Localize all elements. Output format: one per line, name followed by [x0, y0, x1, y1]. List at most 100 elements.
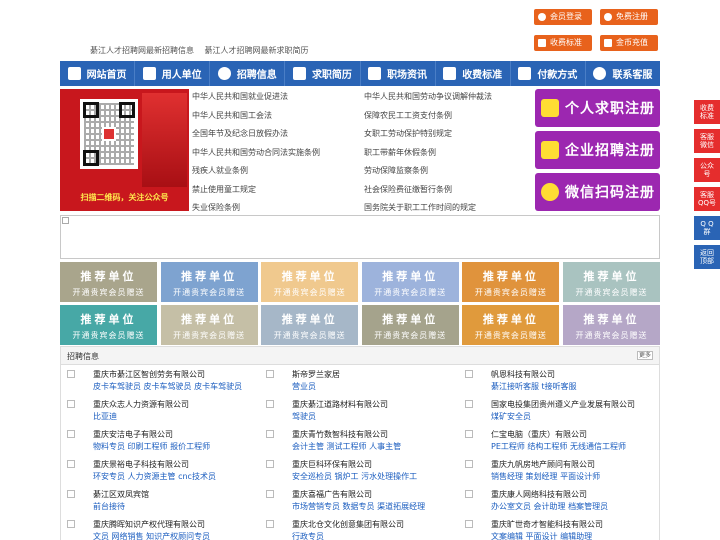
company-name-link[interactable]: 国家电投集团贵州遵义产业发展有限公司 — [491, 399, 635, 410]
more-button[interactable]: 更多 — [637, 351, 653, 360]
side-official-account-button[interactable]: 公众号 — [694, 158, 720, 182]
recommend-slot[interactable]: 推荐单位 开通贵宾会员赠送 — [563, 262, 660, 302]
position-links[interactable]: 环安专员 人力资源主管 cnc技术员 — [93, 471, 216, 482]
position-links[interactable]: 皮卡车驾驶员 皮卡车驾驶员 皮卡车驾驶员 — [93, 381, 242, 392]
company-name-link[interactable]: 重庆腾晖知识产权代理有限公司 — [93, 519, 205, 530]
nav-employers[interactable]: 用人单位 — [135, 61, 211, 86]
position-links[interactable]: 文案编辑 平面设计 编辑助理 — [491, 531, 592, 540]
recharge-button[interactable]: 金币充值 — [600, 35, 658, 51]
law-link[interactable]: 全国年节及纪念日放假办法 — [192, 128, 288, 139]
fee-standard-button[interactable]: 收费标准 — [534, 35, 592, 51]
position-links[interactable]: 綦江接听客服 t接听客服 — [491, 381, 577, 392]
position-links[interactable]: 销售经理 策划经理 平面设计师 — [491, 471, 600, 482]
recommend-slot[interactable]: 推荐单位 开通贵宾会员赠送 — [160, 262, 258, 302]
nav-resumes[interactable]: 求职简历 — [285, 61, 361, 86]
company-name-link[interactable]: 重庆众志人力资源有限公司 — [93, 399, 189, 410]
recommend-slot[interactable]: 推荐单位 开通贵宾会员赠送 — [160, 305, 258, 345]
company-logo-icon[interactable] — [67, 520, 75, 528]
recommend-slot[interactable]: 推荐单位 开通贵宾会员赠送 — [261, 305, 359, 345]
register-button[interactable]: 免费注册 — [600, 9, 658, 25]
company-register-button[interactable]: 企业招聘注册 — [535, 131, 660, 169]
company-logo-icon[interactable] — [465, 400, 473, 408]
company-name-link[interactable]: 綦江区双凤宾馆 — [93, 489, 149, 500]
law-link[interactable]: 社会保险费征缴暂行条例 — [364, 184, 452, 195]
ad-banner[interactable] — [60, 215, 660, 259]
nav-news[interactable]: 职场资讯 — [361, 61, 436, 86]
law-link[interactable]: 残疾人就业条例 — [192, 165, 248, 176]
company-logo-icon[interactable] — [266, 490, 274, 498]
recommend-slot[interactable]: 推荐单位 开通贵宾会员赠送 — [462, 305, 560, 345]
position-links[interactable]: PE工程师 结构工程师 无线通信工程师 — [491, 441, 626, 452]
position-links[interactable]: 比亚迪 — [93, 411, 117, 422]
latest-resumes-link[interactable]: 綦江人才招聘网最新求职简历 — [205, 46, 309, 55]
latest-jobs-link[interactable]: 綦江人才招聘网最新招聘信息 — [90, 46, 194, 55]
law-link[interactable]: 劳动保障监察条例 — [364, 165, 428, 176]
side-qq-button[interactable]: 客服 QQ号 — [694, 187, 720, 211]
company-name-link[interactable]: 重庆北仓文化创意集团有限公司 — [292, 519, 404, 530]
position-links[interactable]: 驾驶员 — [292, 411, 316, 422]
company-logo-icon[interactable] — [266, 370, 274, 378]
position-links[interactable]: 煤矿安全员 — [491, 411, 531, 422]
position-links[interactable]: 营业员 — [292, 381, 316, 392]
company-logo-icon[interactable] — [465, 430, 473, 438]
recommend-slot[interactable]: 推荐单位 开通贵宾会员赠送 — [563, 305, 660, 345]
recommend-slot[interactable]: 推荐单位 开通贵宾会员赠送 — [261, 262, 359, 302]
position-links[interactable]: 文员 网络销售 知识产权顾问专员 — [93, 531, 210, 540]
wechat-register-button[interactable]: 微信扫码注册 — [535, 173, 660, 211]
company-name-link[interactable]: 重庆喜福广告有限公司 — [292, 489, 372, 500]
company-name-link[interactable]: 帆恩科技有限公司 — [491, 369, 555, 380]
position-links[interactable]: 会计主管 测试工程师 人事主管 — [292, 441, 401, 452]
law-link[interactable]: 中华人民共和国劳动合同法实施条例 — [192, 147, 320, 158]
company-name-link[interactable]: 重庆綦江道路材料有限公司 — [292, 399, 388, 410]
company-name-link[interactable]: 重庆安洁电子有限公司 — [93, 429, 173, 440]
law-link[interactable]: 国务院关于职工工作时间的规定 — [364, 202, 476, 213]
company-logo-icon[interactable] — [465, 490, 473, 498]
law-link[interactable]: 中华人民共和国就业促进法 — [192, 91, 288, 102]
law-link[interactable]: 中华人民共和国工会法 — [192, 110, 272, 121]
law-link[interactable]: 女职工劳动保护特别规定 — [364, 128, 452, 139]
law-link[interactable]: 职工带薪年休假条例 — [364, 147, 436, 158]
company-name-link[interactable]: 重庆青竹数智科技有限公司 — [292, 429, 388, 440]
company-name-link[interactable]: 重庆九帆房地产顾问有限公司 — [491, 459, 595, 470]
law-link[interactable]: 保障农民工工资支付条例 — [364, 110, 452, 121]
recommend-slot[interactable]: 推荐单位 开通贵宾会员赠送 — [361, 305, 459, 345]
recommend-slot[interactable]: 推荐单位 开通贵宾会员赠送 — [361, 262, 459, 302]
company-logo-icon[interactable] — [67, 400, 75, 408]
company-name-link[interactable]: 重庆巨科环保有限公司 — [292, 459, 372, 470]
company-logo-icon[interactable] — [266, 400, 274, 408]
position-links[interactable]: 办公室文员 会计助理 档案管理员 — [491, 501, 608, 512]
side-fees-button[interactable]: 收费 标准 — [694, 100, 720, 124]
personal-register-button[interactable]: 个人求职注册 — [535, 89, 660, 127]
position-links[interactable]: 行政专员 — [292, 531, 324, 540]
company-logo-icon[interactable] — [67, 460, 75, 468]
law-link[interactable]: 失业保险条例 — [192, 202, 240, 213]
side-wechat-button[interactable]: 客服 微信 — [694, 129, 720, 153]
company-logo-icon[interactable] — [266, 460, 274, 468]
company-name-link[interactable]: 仁宝电脑（重庆）有限公司 — [491, 429, 587, 440]
company-name-link[interactable]: 重庆景裕电子科技有限公司 — [93, 459, 189, 470]
company-name-link[interactable]: 斯帝罗兰家居 — [292, 369, 340, 380]
company-name-link[interactable]: 重庆市綦江区智创劳务有限公司 — [93, 369, 205, 380]
company-logo-icon[interactable] — [465, 520, 473, 528]
law-link[interactable]: 中华人民共和国劳动争议调解仲裁法 — [364, 91, 492, 102]
nav-home[interactable]: 网站首页 — [60, 61, 136, 86]
login-button[interactable]: 会员登录 — [534, 9, 592, 25]
nav-fees[interactable]: 收费标准 — [436, 61, 511, 86]
company-logo-icon[interactable] — [266, 520, 274, 528]
law-link[interactable]: 禁止使用童工规定 — [192, 184, 256, 195]
company-logo-icon[interactable] — [465, 460, 473, 468]
position-links[interactable]: 物料专员 印刷工程师 报价工程师 — [93, 441, 210, 452]
company-name-link[interactable]: 重庆旷世奇才智能科技有限公司 — [491, 519, 603, 530]
nav-contact[interactable]: 联系客服 — [586, 61, 660, 86]
side-qq-group-button[interactable]: Q Q群 — [694, 216, 720, 240]
nav-payment[interactable]: 付款方式 — [511, 61, 586, 86]
position-links[interactable]: 前台接待 — [93, 501, 125, 512]
company-logo-icon[interactable] — [67, 370, 75, 378]
recommend-slot[interactable]: 推荐单位 开通贵宾会员赠送 — [60, 305, 157, 345]
nav-jobs[interactable]: 招聘信息 — [210, 61, 286, 86]
company-logo-icon[interactable] — [67, 490, 75, 498]
side-back-to-top-button[interactable]: 返回 顶部 — [694, 245, 720, 269]
position-links[interactable]: 市场营销专员 数据专员 渠道拓展经理 — [292, 501, 425, 512]
company-logo-icon[interactable] — [266, 430, 274, 438]
company-name-link[interactable]: 重庆康人网络科技有限公司 — [491, 489, 587, 500]
